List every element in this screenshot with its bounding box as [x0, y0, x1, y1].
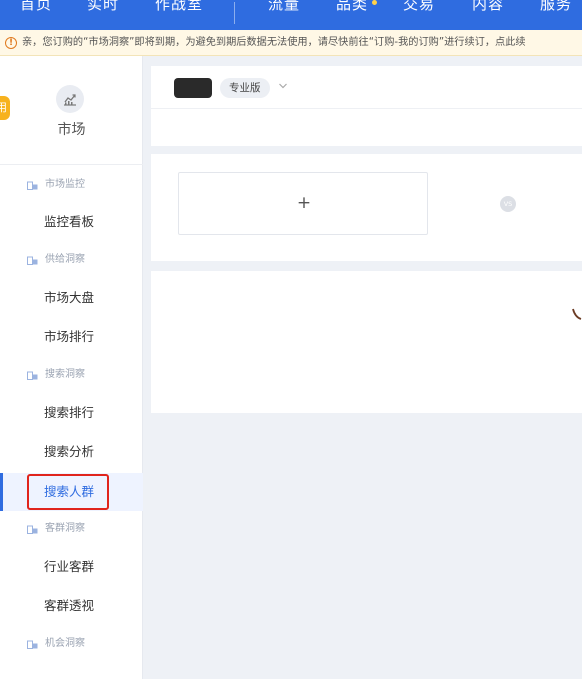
shop-selector-card: 专业版 [151, 66, 582, 146]
building-icon [27, 640, 38, 649]
sidebar-item-market-ranking[interactable]: 市场排行 [44, 329, 94, 345]
sidebar-item-monitor-board[interactable]: 监控看板 [44, 214, 94, 230]
nav-realtime[interactable]: 实时 [87, 0, 119, 14]
market-chart-icon [56, 85, 84, 113]
sidebar-item-industry-customers[interactable]: 行业客群 [44, 559, 94, 575]
nav-content[interactable]: 内容 [472, 0, 504, 14]
compare-card: + VS [151, 154, 582, 261]
nav-war-room[interactable]: 作战室 [155, 0, 203, 14]
red-highlight-box [27, 474, 109, 510]
app-root: 首页 实时 作战室 流量 品类 交易 内容 服务 ! 亲，您订购的“市场洞察”即… [0, 0, 582, 679]
plus-icon: + [296, 193, 312, 213]
building-icon [27, 181, 38, 190]
sidebar-item-market-overview[interactable]: 市场大盘 [44, 290, 94, 306]
nav-new-dot [372, 0, 377, 5]
sidebar-item-search-ranking[interactable]: 搜索排行 [44, 405, 94, 421]
chevron-down-icon[interactable] [278, 82, 288, 90]
active-indicator [0, 473, 3, 511]
sidebar-title: 市场 [57, 122, 86, 138]
expiry-notice: ! 亲，您订购的“市场洞察”即将到期，为避免到期后数据无法使用，请尽快前往“订购… [0, 30, 582, 56]
top-nav: 首页 实时 作战室 流量 品类 交易 内容 服务 [0, 0, 582, 30]
content-card [151, 271, 582, 413]
redacted-shop-name[interactable] [174, 78, 212, 98]
nav-divider [234, 2, 235, 24]
nav-service[interactable]: 服务 [540, 0, 572, 14]
building-icon [27, 371, 38, 380]
chart-stroke-icon [572, 308, 582, 320]
sidebar: 用 市场 市场监控 监控看板 供给洞察 市场大盘 市场排行 搜索洞察 搜索排行 … [0, 56, 143, 679]
sidebar-item-customer-perspective[interactable]: 客群透视 [44, 598, 94, 614]
sidebar-item-search-analysis[interactable]: 搜索分析 [44, 444, 94, 460]
nav-traffic[interactable]: 流量 [268, 0, 300, 14]
nav-category[interactable]: 品类 [336, 0, 368, 14]
add-compare-box[interactable]: + [178, 172, 428, 235]
nav-trade[interactable]: 交易 [403, 0, 435, 14]
nav-home[interactable]: 首页 [20, 0, 52, 14]
sidebar-divider [0, 164, 143, 165]
vs-badge: VS [500, 196, 516, 212]
notice-text[interactable]: 亲，您订购的“市场洞察”即将到期，为避免到期后数据无法使用，请尽快前往“订购-我… [22, 36, 526, 50]
side-tab[interactable]: 用 [0, 96, 10, 120]
building-icon [27, 525, 38, 534]
warning-icon: ! [5, 37, 17, 49]
card-divider [151, 108, 582, 109]
building-icon [27, 256, 38, 265]
edition-badge: 专业版 [220, 78, 270, 98]
